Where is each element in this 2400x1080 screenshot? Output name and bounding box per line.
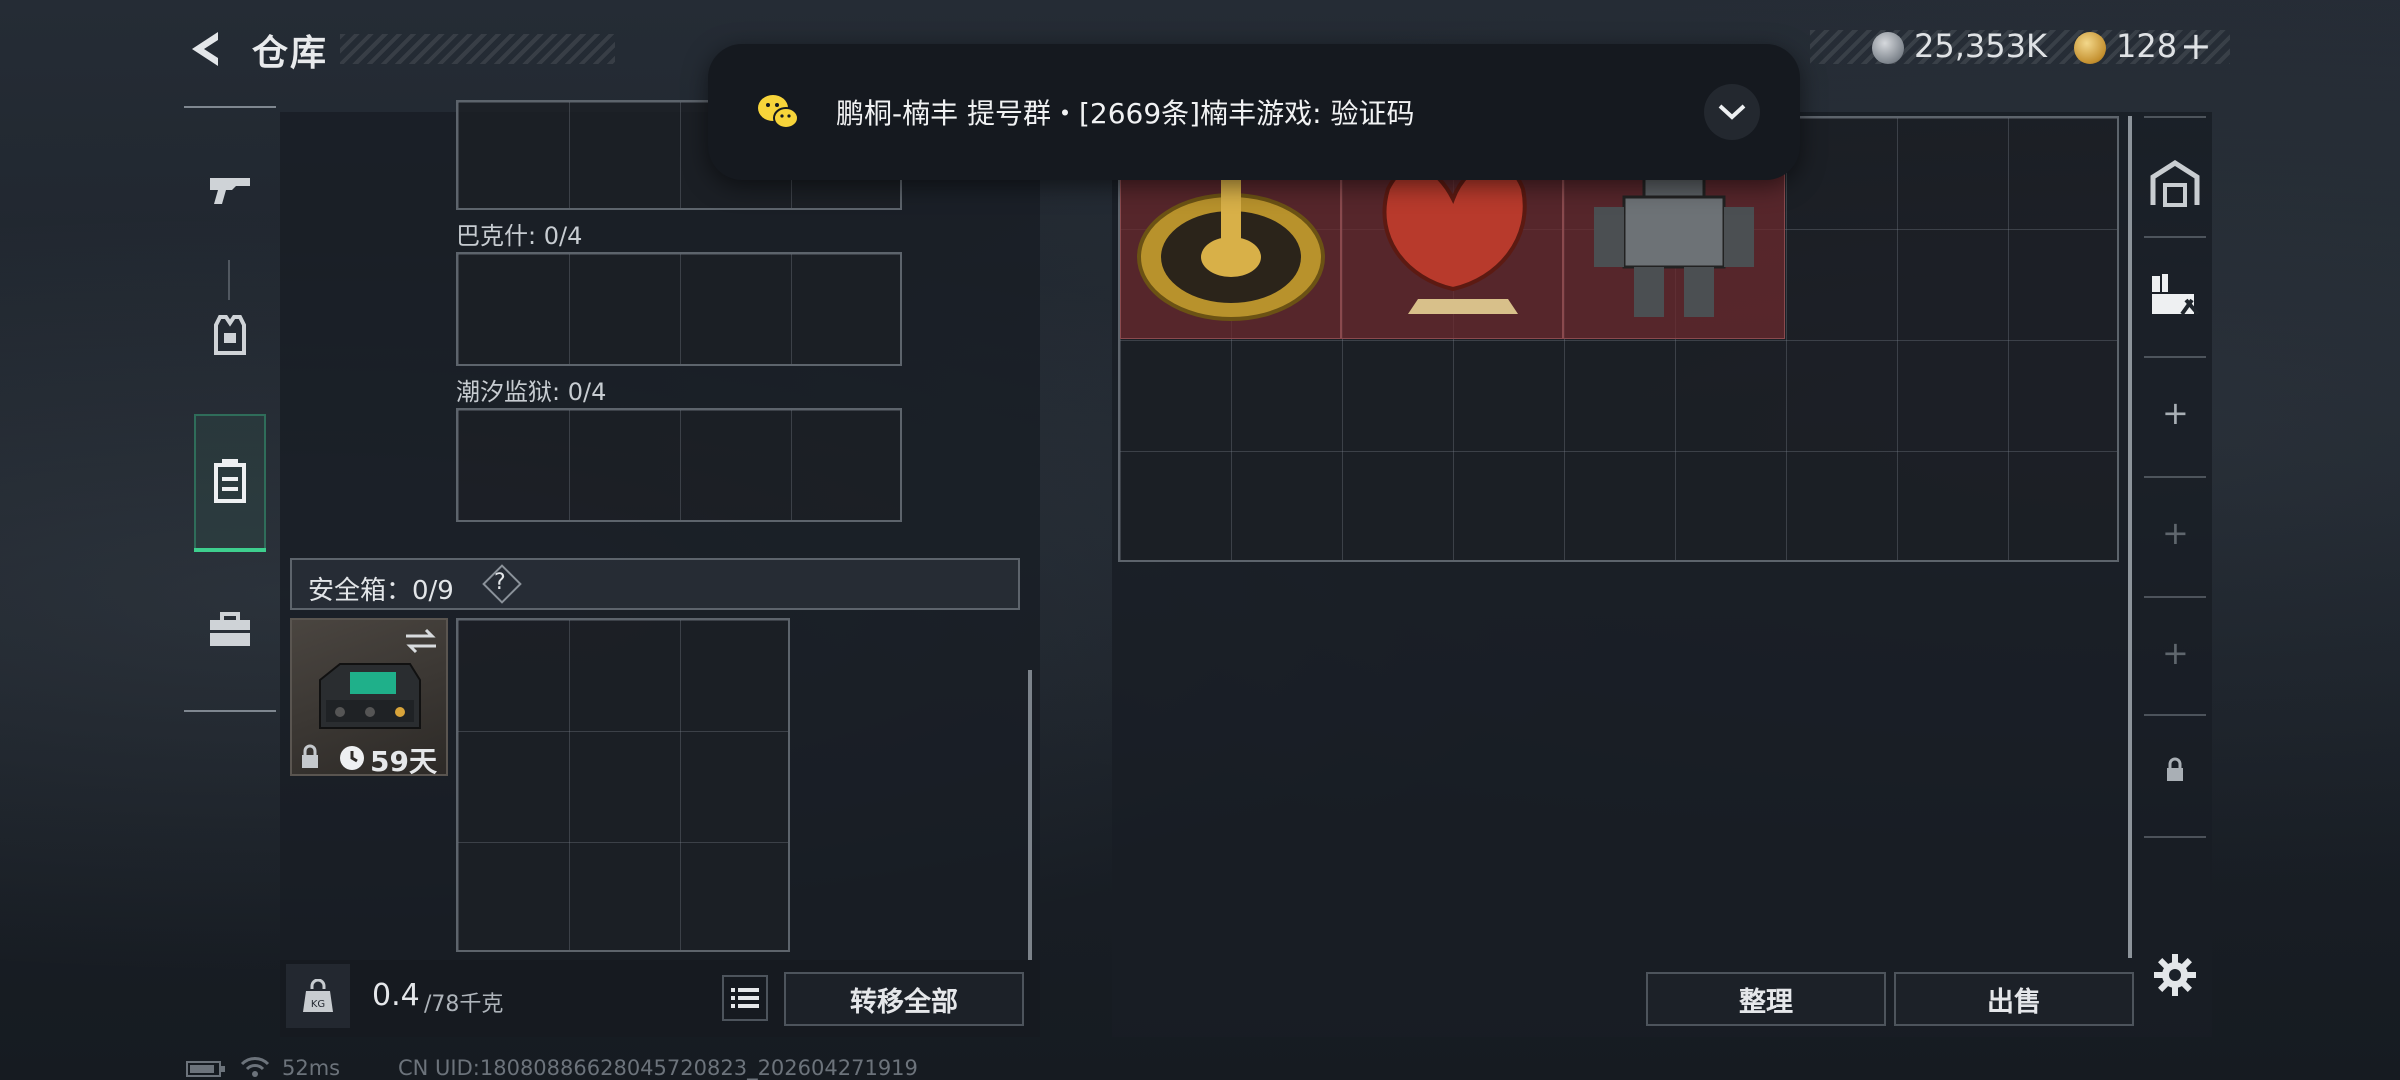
back-button[interactable]	[182, 24, 232, 74]
tab-cases[interactable]	[184, 590, 276, 670]
sidebar-top-line	[184, 106, 276, 108]
list-icon	[731, 988, 759, 1008]
safe-box-help-icon: ?	[494, 570, 506, 595]
weight-current: 0.4	[372, 978, 420, 1013]
safe-box-item[interactable]: 59天	[290, 618, 448, 778]
safe-box-header: 安全箱：0/9 ?	[290, 558, 1020, 610]
container-grid-bakshi[interactable]	[456, 252, 902, 366]
weight-icon: KG	[303, 979, 333, 1012]
active-tab-indicator	[194, 548, 266, 552]
back-arrow-icon	[192, 32, 218, 66]
tab-armor[interactable]	[184, 295, 276, 375]
wechat-icon	[758, 95, 799, 129]
right-sidebar-line-1	[2144, 116, 2206, 118]
right-sidebar-line-6	[2144, 714, 2206, 716]
right-sidebar-line-3	[2144, 356, 2206, 358]
page-title: 仓库	[252, 33, 329, 74]
container-grid-tide-prison[interactable]	[456, 408, 902, 522]
tab-weapons[interactable]	[184, 150, 276, 230]
backpack-icon-wrap	[196, 446, 264, 516]
sidebar-bottom-line	[184, 710, 276, 712]
tab-backpack-active[interactable]	[194, 414, 266, 552]
safe-box-grid[interactable]	[456, 618, 790, 952]
container-label-tide-prison: 潮汐监狱: 0/4	[456, 378, 607, 406]
sell-button[interactable]: 出售	[1894, 972, 2134, 1026]
notification-banner[interactable]: 鹏桐-楠丰 提号群・[2669条]楠丰游戏: 验证码	[708, 44, 1800, 180]
user-uid: CN UID:18080886628045720823_202604271919	[398, 1056, 918, 1080]
chevron-down-icon	[1718, 104, 1746, 120]
stash-home-tab[interactable]	[2138, 146, 2212, 220]
right-sidebar-line-5	[2144, 596, 2206, 598]
stash-scrollbar[interactable]	[2128, 116, 2132, 958]
gun-icon	[210, 178, 250, 204]
safe-box-label: 安全箱：0/9	[308, 576, 454, 606]
wifi-icon	[240, 1057, 270, 1077]
locked-stash-page[interactable]	[2138, 740, 2212, 800]
add-stash-page-button-2[interactable]: +	[2162, 514, 2189, 552]
stash-items-tab[interactable]	[2138, 258, 2212, 332]
lock-icon	[302, 744, 318, 768]
gold-currency-value: 128	[2116, 27, 2178, 65]
settings-button[interactable]	[2150, 950, 2200, 1000]
notification-expand-button[interactable]	[1704, 84, 1760, 140]
items-stack-icon	[2152, 274, 2200, 316]
weight-bar: KG 0.4 /78千克 转移全部	[280, 960, 1040, 1037]
battery-icon	[186, 1061, 225, 1077]
ping-value: 52ms	[282, 1056, 341, 1080]
gold-coin-icon	[2074, 32, 2106, 64]
lock-icon	[2167, 757, 2183, 781]
warehouse-screen: 仓库 25,353K 128 + 巴克什: 0/4 潮汐监狱: 0/4 安全箱：…	[0, 0, 2400, 1080]
backpack-icon	[214, 459, 246, 503]
transfer-all-button[interactable]: 转移全部	[784, 972, 1024, 1026]
warehouse-icon	[2150, 160, 2200, 207]
briefcase-icon	[210, 612, 250, 646]
add-stash-page-button-1[interactable]: +	[2162, 394, 2189, 432]
right-sidebar-line-2	[2144, 236, 2206, 238]
gear-icon	[2154, 954, 2196, 996]
right-sidebar-line-4	[2144, 476, 2206, 478]
weight-lock-button[interactable]: KG	[286, 964, 350, 1028]
add-currency-button[interactable]: +	[2180, 24, 2212, 68]
list-view-button[interactable]	[722, 975, 768, 1021]
title-hatch-decoration	[340, 34, 615, 64]
notification-text: 鹏桐-楠丰 提号群・[2669条]楠丰游戏: 验证码	[836, 97, 1415, 130]
weight-capacity: /78千克	[424, 992, 504, 1017]
silver-currency-value: 25,353K	[1914, 27, 2047, 65]
armor-vest-icon	[214, 315, 246, 355]
silver-coin-icon	[1872, 32, 1904, 64]
container-label-bakshi: 巴克什: 0/4	[456, 222, 583, 250]
sort-button[interactable]: 整理	[1646, 972, 1886, 1026]
clock-icon	[340, 746, 364, 770]
svg-text:KG: KG	[311, 999, 325, 1010]
right-sidebar: + + +	[2138, 112, 2212, 842]
swap-icon	[406, 628, 436, 654]
safe-box-case-icon	[319, 663, 421, 729]
right-sidebar-line-7	[2144, 836, 2206, 838]
left-panel-scrollbar[interactable]	[1028, 670, 1032, 960]
add-stash-page-button-3[interactable]: +	[2162, 634, 2189, 672]
sidebar-divider	[228, 260, 230, 300]
safe-box-duration: 59天	[370, 745, 437, 778]
